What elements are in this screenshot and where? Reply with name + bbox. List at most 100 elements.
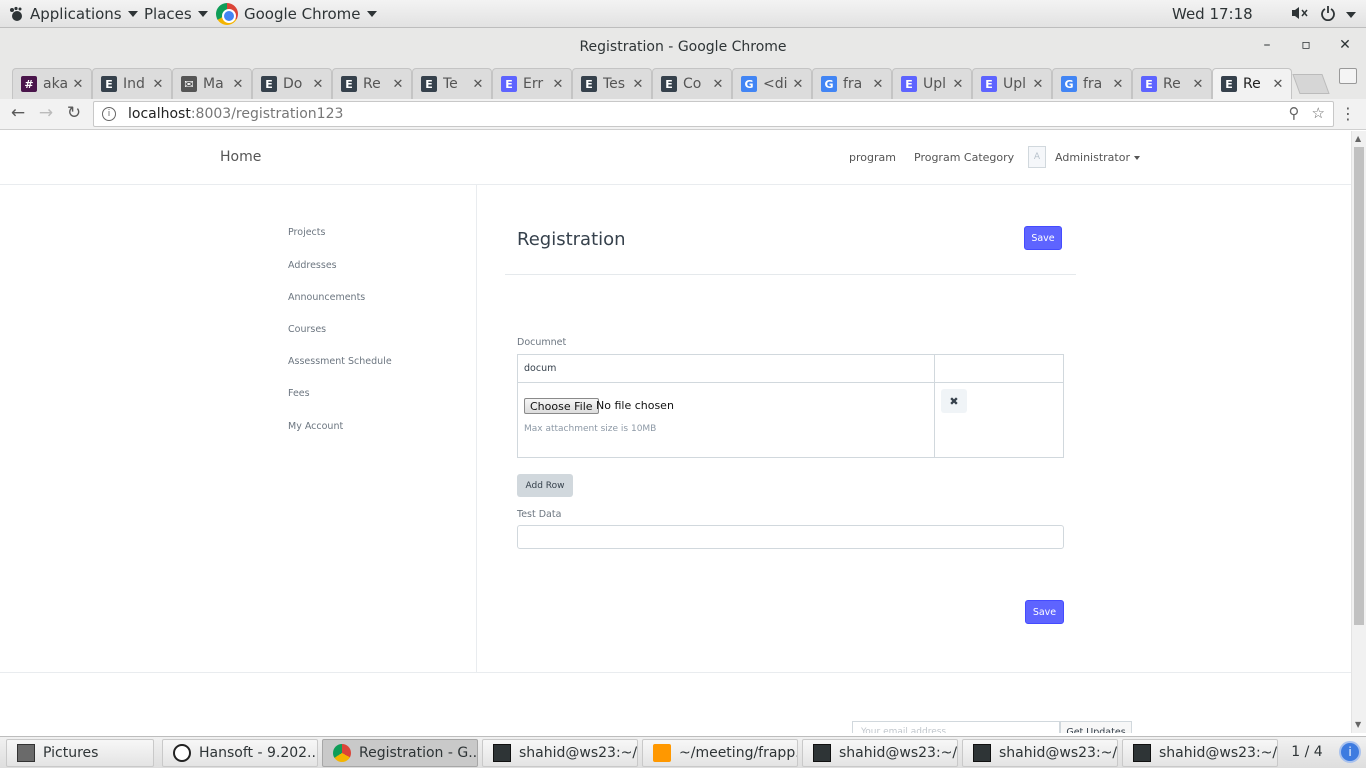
window-title: Registration - Google Chrome	[579, 39, 787, 55]
scroll-up-icon[interactable]: ▲	[1355, 134, 1361, 143]
browser-tab[interactable]: E Re ✕	[332, 68, 412, 99]
taskbar-item[interactable]: shahid@ws23:~/...	[802, 739, 958, 767]
zoom-icon[interactable]: ⚲	[1289, 104, 1300, 122]
browser-tab[interactable]: E Ind ✕	[92, 68, 172, 99]
close-icon[interactable]: ✕	[1111, 77, 1125, 92]
close-icon[interactable]: ✕	[311, 77, 325, 92]
chrome-menu-icon[interactable]: ⋮	[1340, 104, 1356, 123]
workspace-switcher-icon[interactable]: i	[1339, 741, 1361, 763]
chrome-icon	[216, 3, 238, 25]
forward-button[interactable]: →	[35, 103, 57, 123]
footer: Your email address Get Updates	[0, 672, 1351, 733]
browser-tab[interactable]: E Re ✕	[1132, 68, 1212, 99]
profile-icon[interactable]	[1339, 68, 1357, 84]
back-button[interactable]: ←	[7, 103, 29, 123]
taskbar-item[interactable]: ~/meeting/frapp...	[642, 739, 798, 767]
remove-row-button[interactable]: ✖	[941, 389, 967, 413]
email-field[interactable]: Your email address	[852, 721, 1060, 733]
close-icon[interactable]: ✕	[471, 77, 485, 92]
bookmark-star-icon[interactable]: ☆	[1312, 104, 1325, 122]
applications-menu[interactable]: Applications	[8, 5, 138, 23]
close-icon[interactable]: ✕	[951, 77, 965, 92]
info-icon[interactable]: i	[102, 107, 116, 121]
close-icon[interactable]: ✕	[711, 77, 725, 92]
maximize-button[interactable]: ▫	[1297, 37, 1315, 53]
scrollbar-thumb[interactable]	[1354, 147, 1364, 625]
nav-program-link[interactable]: program	[849, 151, 896, 164]
browser-tab[interactable]: ✉ Ma ✕	[172, 68, 252, 99]
sidebar-item-addresses[interactable]: Addresses	[288, 260, 337, 271]
get-updates-button[interactable]: Get Updates	[1060, 721, 1132, 733]
taskbar-item[interactable]: Hansoft - 9.202...	[162, 739, 318, 767]
browser-tab[interactable]: E Upl ✕	[892, 68, 972, 99]
power-icon	[1320, 5, 1336, 25]
window-titlebar[interactable]: Registration - Google Chrome – ▫ ✕	[0, 28, 1366, 64]
close-icon[interactable]: ✕	[1031, 77, 1045, 92]
browser-tab[interactable]: E Upl ✕	[972, 68, 1052, 99]
sidebar-item-projects[interactable]: Projects	[288, 227, 325, 238]
sidebar-item-announcements[interactable]: Announcements	[288, 292, 365, 303]
document-cell[interactable]: docum	[524, 363, 556, 374]
add-row-button[interactable]: Add Row	[517, 474, 573, 497]
taskbar-item[interactable]: Pictures	[6, 739, 154, 767]
taskbar-item[interactable]: Registration - G...	[322, 739, 478, 767]
save-button-bottom[interactable]: Save	[1025, 600, 1064, 624]
browser-tab[interactable]: Gfra ✕	[812, 68, 892, 99]
sidebar-item-courses[interactable]: Courses	[288, 324, 326, 335]
erpnext-icon: E	[341, 76, 357, 92]
slack-icon: #	[21, 76, 37, 92]
browser-tab[interactable]: E Re ✕	[1212, 68, 1292, 99]
save-button-top[interactable]: Save	[1024, 226, 1062, 250]
browser-tab[interactable]: E Err ✕	[492, 68, 572, 99]
close-icon[interactable]: ✕	[631, 77, 645, 92]
tab-label: Upl	[1003, 76, 1027, 92]
erpnext-icon: E	[101, 76, 117, 92]
minimize-button[interactable]: –	[1258, 37, 1276, 53]
sidebar-item-fees[interactable]: Fees	[288, 388, 310, 399]
close-window-button[interactable]: ✕	[1336, 37, 1354, 53]
nav-program-category-link[interactable]: Program Category	[914, 151, 1014, 164]
close-icon[interactable]: ✕	[71, 77, 85, 92]
test-data-input[interactable]	[517, 525, 1064, 549]
close-icon[interactable]: ✕	[791, 77, 805, 92]
choose-file-button[interactable]: Choose File	[524, 398, 599, 414]
browser-tab[interactable]: Gfra ✕	[1052, 68, 1132, 99]
web-page: Home program Program Category A Administ…	[0, 131, 1351, 733]
close-icon[interactable]: ✕	[231, 77, 245, 92]
sidebar-item-assessment-schedule[interactable]: Assessment Schedule	[288, 356, 392, 367]
browser-tab[interactable]: G <di ✕	[732, 68, 812, 99]
scroll-down-icon[interactable]: ▼	[1355, 720, 1361, 729]
taskbar-item[interactable]: shahid@ws23:~/...	[1122, 739, 1278, 767]
browser-tab[interactable]: E Tes ✕	[572, 68, 652, 99]
system-status[interactable]	[1290, 5, 1356, 25]
close-icon[interactable]: ✕	[871, 77, 885, 92]
browser-tab[interactable]: # aka ✕	[12, 68, 92, 99]
address-bar[interactable]: i localhost:8003/registration123 ⚲ ☆	[93, 101, 1334, 127]
browser-tab[interactable]: E Co ✕	[652, 68, 732, 99]
chevron-down-icon	[366, 11, 377, 17]
user-menu[interactable]: Administrator	[1055, 151, 1140, 164]
close-icon[interactable]: ✕	[1191, 77, 1205, 92]
sidebar-item-my-account[interactable]: My Account	[288, 421, 343, 432]
erpnext-icon: E	[1141, 76, 1157, 92]
active-app-menu[interactable]: Google Chrome	[216, 3, 377, 25]
clock-label: Wed 17:18	[1172, 5, 1253, 23]
taskbar-item[interactable]: shahid@ws23:~/...	[962, 739, 1118, 767]
browser-tab[interactable]: E Do ✕	[252, 68, 332, 99]
taskbar-item[interactable]: shahid@ws23:~/...	[482, 739, 638, 767]
clock[interactable]: Wed 17:18	[1172, 5, 1253, 23]
close-icon[interactable]: ✕	[551, 77, 565, 92]
gnome-top-bar: Applications Places Google Chrome Wed 17…	[0, 0, 1366, 28]
workspace-indicator[interactable]: 1 / 4	[1284, 744, 1330, 760]
browser-tab[interactable]: E Te ✕	[412, 68, 492, 99]
close-icon[interactable]: ✕	[391, 77, 405, 92]
new-tab-button[interactable]	[1292, 74, 1330, 94]
avatar[interactable]: A	[1028, 146, 1046, 168]
nav-home-link[interactable]: Home	[220, 149, 261, 165]
close-icon[interactable]: ✕	[1271, 77, 1285, 92]
places-menu[interactable]: Places	[144, 5, 208, 23]
reload-button[interactable]: ↻	[63, 103, 85, 123]
page-scrollbar[interactable]: ▲ ▼	[1351, 131, 1366, 733]
divider	[505, 274, 1076, 275]
close-icon[interactable]: ✕	[151, 77, 165, 92]
